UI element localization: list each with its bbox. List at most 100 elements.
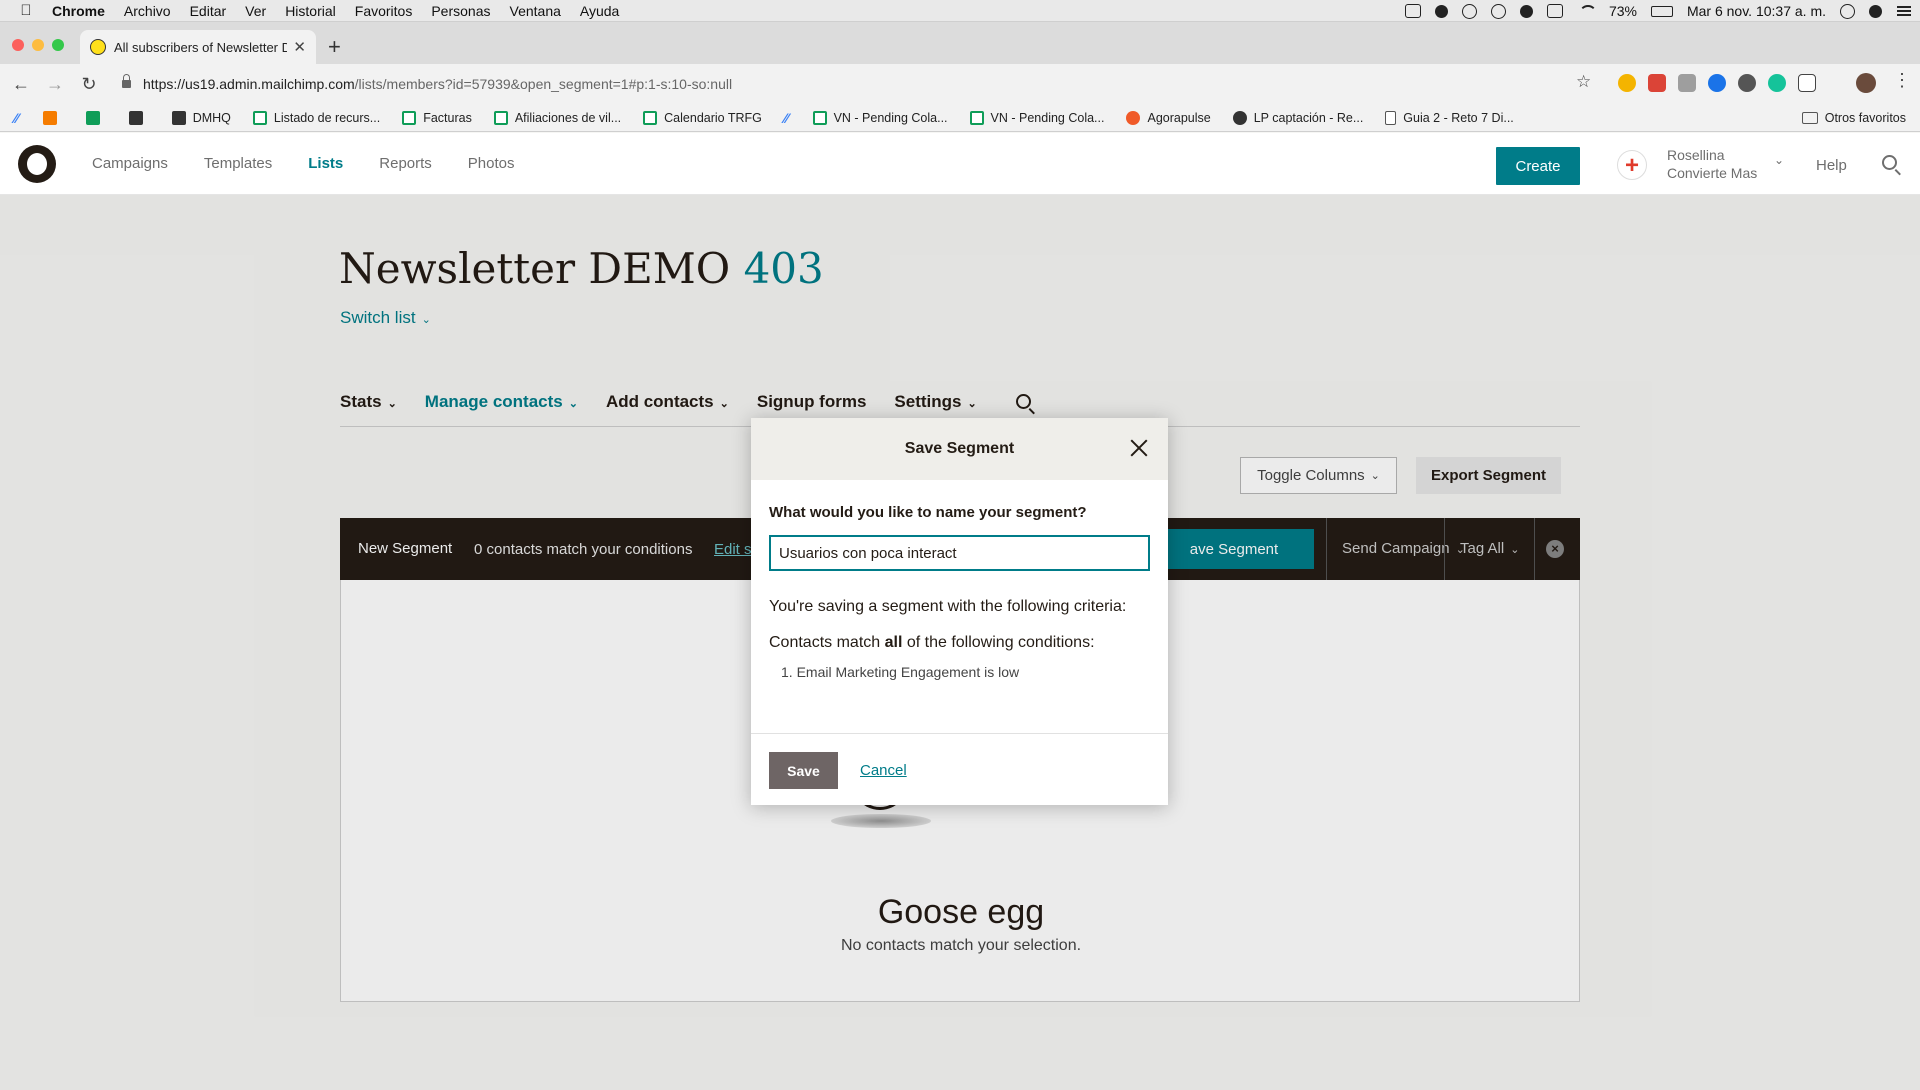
bookmark-zapier-2[interactable]: ⁄⁄ bbox=[784, 110, 791, 126]
back-icon[interactable]: ← bbox=[8, 74, 34, 95]
extension-color-icon[interactable] bbox=[1648, 74, 1666, 92]
nav-campaigns[interactable]: Campaigns bbox=[92, 155, 168, 172]
sheets-icon bbox=[969, 110, 984, 125]
bookmark-label: Guia 2 - Reto 7 Di... bbox=[1403, 110, 1514, 125]
battery-percent: 73% bbox=[1608, 3, 1637, 19]
browser-menu-icon[interactable]: ⋮ bbox=[1893, 70, 1911, 91]
extension-heart-icon[interactable] bbox=[1618, 74, 1636, 92]
zapier-icon: ⁄⁄ bbox=[783, 109, 789, 126]
bookmark-agorapulse[interactable]: Agorapulse bbox=[1126, 110, 1211, 125]
creative-cloud-icon[interactable] bbox=[1519, 4, 1533, 18]
bookmark-star-icon[interactable]: ☆ bbox=[1576, 72, 1591, 92]
nav-lists[interactable]: Lists bbox=[308, 155, 343, 172]
screen-record-icon[interactable] bbox=[1404, 4, 1421, 18]
url-path: /lists/members?id=57939&open_segment=1#p… bbox=[354, 76, 733, 92]
segment-name-input[interactable] bbox=[769, 535, 1150, 571]
extension-code-icon[interactable] bbox=[1678, 74, 1696, 92]
bookmark-calendario[interactable]: Calendario TRFG bbox=[643, 110, 762, 125]
chevron-down-icon[interactable]: ⌄ bbox=[1774, 153, 1784, 167]
onepassword-icon[interactable] bbox=[1490, 3, 1506, 19]
close-icon[interactable] bbox=[1129, 438, 1149, 458]
bookmark-vn-2[interactable]: VN - Pending Cola... bbox=[969, 110, 1104, 125]
bookmark-listado[interactable]: Listado de recurs... bbox=[252, 110, 380, 125]
zoom-window-button[interactable] bbox=[52, 39, 64, 51]
tab-title: All subscribers of Newsletter D bbox=[114, 39, 288, 55]
menu-extras: 73% Mar 6 nov. 10:37 a. m. bbox=[1404, 0, 1912, 22]
browser-tab[interactable]: All subscribers of Newsletter D ✕ bbox=[80, 30, 316, 64]
other-bookmarks[interactable]: Otros favoritos bbox=[1801, 111, 1906, 125]
close-tab-icon[interactable]: ✕ bbox=[293, 38, 306, 56]
profile-avatar[interactable] bbox=[1856, 73, 1876, 93]
account-menu[interactable]: Rosellina Convierte Mas bbox=[1667, 146, 1757, 182]
menu-ventana[interactable]: Ventana bbox=[510, 3, 561, 19]
close-window-button[interactable] bbox=[12, 39, 24, 51]
spotlight-icon[interactable] bbox=[1840, 3, 1855, 19]
nav-templates[interactable]: Templates bbox=[204, 155, 272, 172]
main-nav: Campaigns Templates Lists Reports Photos bbox=[92, 155, 515, 172]
menu-ver[interactable]: Ver bbox=[245, 3, 266, 19]
bookmark-dmhq[interactable]: DMHQ bbox=[171, 110, 231, 125]
notification-icon[interactable] bbox=[1546, 4, 1563, 18]
dropbox-icon[interactable] bbox=[1434, 4, 1448, 18]
mailchimp-favicon-icon bbox=[90, 39, 106, 55]
modal-footer: Save Cancel bbox=[751, 733, 1168, 805]
menu-personas[interactable]: Personas bbox=[431, 3, 490, 19]
bookmark-label: DMHQ bbox=[192, 110, 231, 125]
help-link[interactable]: Help bbox=[1816, 157, 1847, 174]
account-company: Convierte Mas bbox=[1667, 165, 1758, 181]
browser-tab-strip: All subscribers of Newsletter D ✕ + bbox=[0, 22, 1920, 64]
menu-historial[interactable]: Historial bbox=[285, 3, 336, 19]
bookmark-box[interactable] bbox=[42, 110, 64, 125]
clock[interactable]: Mar 6 nov. 10:37 a. m. bbox=[1687, 3, 1826, 19]
calc-icon bbox=[128, 110, 143, 125]
address-bar[interactable]: https://us19.admin.mailchimp.com/lists/m… bbox=[110, 70, 1596, 98]
siri-icon[interactable] bbox=[1869, 4, 1882, 18]
minimize-window-button[interactable] bbox=[32, 39, 44, 51]
bookmark-vn-1[interactable]: VN - Pending Cola... bbox=[812, 110, 948, 125]
menu-ayuda[interactable]: Ayuda bbox=[580, 3, 619, 19]
sheets-icon bbox=[402, 110, 417, 125]
lock-icon[interactable] bbox=[122, 74, 131, 88]
bookmark-label: VN - Pending Cola... bbox=[833, 110, 948, 125]
match-mode: all bbox=[884, 634, 903, 651]
agorapulse-icon bbox=[1126, 110, 1141, 125]
extension-font-icon[interactable] bbox=[1798, 74, 1816, 92]
menu-app-name[interactable]: Chrome bbox=[52, 3, 105, 19]
bookmark-label: Facturas bbox=[423, 110, 472, 125]
bookmark-calc[interactable] bbox=[128, 110, 150, 125]
bookmark-refresh[interactable] bbox=[85, 110, 107, 125]
extension-password-icon[interactable] bbox=[1708, 74, 1726, 92]
reload-icon[interactable]: ↻ bbox=[76, 74, 102, 95]
bookmark-lp-captacion[interactable]: LP captación - Re... bbox=[1232, 110, 1363, 125]
match-suffix: of the following conditions: bbox=[902, 634, 1095, 651]
search-icon[interactable] bbox=[1882, 155, 1897, 170]
mailchimp-logo-icon[interactable] bbox=[18, 145, 56, 183]
condition-text: Email Marketing Engagement is low bbox=[796, 664, 1020, 680]
cancel-button[interactable]: Cancel bbox=[860, 762, 907, 779]
menu-archivo[interactable]: Archivo bbox=[124, 3, 171, 19]
forward-icon[interactable]: → bbox=[42, 74, 68, 95]
apple-menu-icon[interactable]:  bbox=[0, 2, 52, 19]
notification-center-icon[interactable] bbox=[1896, 4, 1912, 18]
sync-icon[interactable] bbox=[1461, 3, 1477, 19]
battery-icon[interactable] bbox=[1650, 5, 1673, 17]
grammarly-icon[interactable] bbox=[1768, 74, 1786, 92]
nav-photos[interactable]: Photos bbox=[468, 155, 515, 172]
nav-reports[interactable]: Reports bbox=[379, 155, 432, 172]
account-name: Rosellina bbox=[1667, 147, 1725, 163]
account-avatar[interactable] bbox=[1617, 150, 1647, 180]
bookmark-zapier[interactable]: ⁄⁄ bbox=[14, 110, 21, 126]
bookmark-facturas[interactable]: Facturas bbox=[402, 110, 472, 125]
menu-editar[interactable]: Editar bbox=[190, 3, 227, 19]
segment-name-label: What would you like to name your segment… bbox=[769, 504, 1087, 521]
create-button[interactable]: Create bbox=[1496, 147, 1580, 185]
bookmark-guia[interactable]: Guia 2 - Reto 7 Di... bbox=[1385, 110, 1514, 125]
wifi-icon[interactable] bbox=[1577, 4, 1597, 18]
save-button[interactable]: Save bbox=[769, 752, 838, 789]
bookmark-afiliaciones[interactable]: Afiliaciones de vil... bbox=[493, 110, 621, 125]
extension-badge-icon[interactable] bbox=[1738, 74, 1756, 92]
url-host: https://us19.admin.mailchimp.com bbox=[143, 76, 355, 92]
new-tab-icon[interactable]: + bbox=[328, 34, 341, 60]
app-header: Campaigns Templates Lists Reports Photos… bbox=[0, 133, 1920, 195]
menu-favoritos[interactable]: Favoritos bbox=[355, 3, 413, 19]
